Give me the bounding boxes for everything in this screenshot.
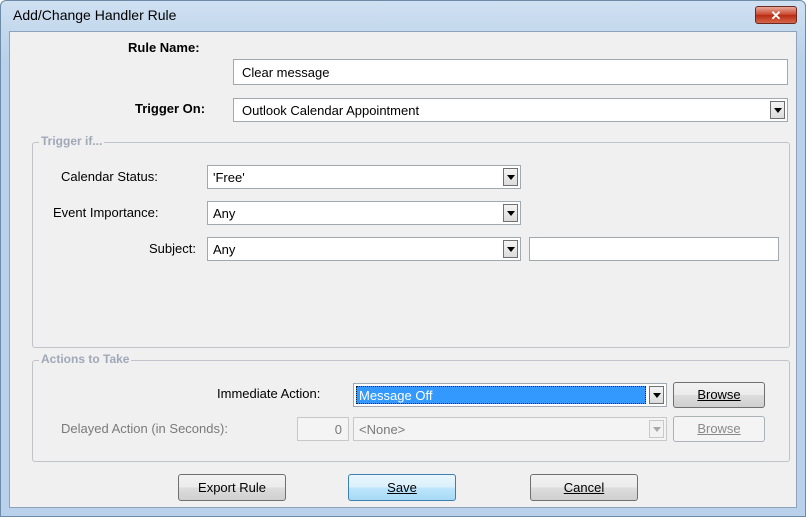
delayed-action-value: <None>: [359, 422, 406, 437]
cancel-button[interactable]: Cancel: [530, 474, 638, 501]
trigger-if-group: Trigger if... Calendar Status: 'Free' Ev…: [32, 134, 790, 348]
subject-label: Subject:: [149, 241, 196, 256]
delayed-seconds-input[interactable]: 0: [297, 417, 349, 441]
delayed-browse-button[interactable]: Browse: [673, 416, 765, 442]
window-title: Add/Change Handler Rule: [13, 7, 177, 23]
actions-group: Actions to Take Immediate Action: Messag…: [32, 352, 790, 462]
delayed-action-select[interactable]: <None>: [353, 417, 667, 441]
event-importance-label: Event Importance:: [53, 205, 159, 220]
save-label: Save: [387, 480, 417, 495]
rule-name-value: Clear message: [242, 65, 330, 80]
calendar-status-label: Calendar Status:: [61, 169, 158, 184]
cancel-label: Cancel: [563, 480, 605, 495]
subject-dropdown-arrow-icon[interactable]: [503, 240, 518, 258]
trigger-on-select[interactable]: Outlook Calendar Appointment: [233, 98, 788, 122]
delayed-browse-label: Browse: [697, 421, 741, 436]
title-bar[interactable]: Add/Change Handler Rule ✕: [1, 1, 805, 29]
rule-name-input[interactable]: Clear message: [233, 59, 788, 85]
event-importance-dropdown-arrow-icon[interactable]: [503, 204, 518, 222]
delayed-action-dropdown-arrow-icon[interactable]: [649, 420, 664, 438]
calendar-status-select[interactable]: 'Free': [207, 165, 521, 189]
subject-value: Any: [213, 242, 236, 257]
calendar-status-dropdown-arrow-icon[interactable]: [503, 168, 518, 186]
trigger-on-label: Trigger On:: [135, 101, 206, 116]
immediate-browse-button[interactable]: Browse: [673, 382, 765, 408]
subject-text-input[interactable]: [529, 237, 779, 261]
event-importance-select[interactable]: Any: [207, 201, 521, 225]
rule-name-label: Rule Name:: [128, 40, 200, 55]
delayed-action-label: Delayed Action (in Seconds):: [61, 421, 228, 436]
immediate-action-dropdown-arrow-icon[interactable]: [649, 386, 664, 404]
trigger-on-dropdown-arrow-icon[interactable]: [770, 101, 785, 119]
immediate-action-value: Message Off: [359, 388, 433, 403]
trigger-on-value: Outlook Calendar Appointment: [242, 103, 420, 118]
trigger-if-legend: Trigger if...: [39, 134, 105, 148]
subject-select[interactable]: Any: [207, 237, 521, 261]
dialog-window: Add/Change Handler Rule ✕ Rule Name: Cle…: [0, 0, 806, 517]
dialog-body: Rule Name: Clear message Trigger On: Out…: [9, 31, 797, 508]
export-rule-label: Export Rule: [198, 480, 266, 495]
immediate-action-label: Immediate Action:: [217, 386, 321, 401]
immediate-action-select[interactable]: Message Off: [353, 383, 667, 407]
event-importance-value: Any: [213, 206, 236, 221]
delayed-seconds-value: 0: [334, 422, 342, 437]
actions-legend: Actions to Take: [39, 352, 132, 366]
close-button[interactable]: ✕: [755, 6, 797, 24]
calendar-status-value: 'Free': [213, 170, 245, 185]
immediate-browse-label: Browse: [697, 387, 741, 402]
export-rule-button[interactable]: Export Rule: [178, 474, 286, 501]
close-icon: ✕: [770, 8, 782, 23]
save-button[interactable]: Save: [348, 474, 456, 501]
